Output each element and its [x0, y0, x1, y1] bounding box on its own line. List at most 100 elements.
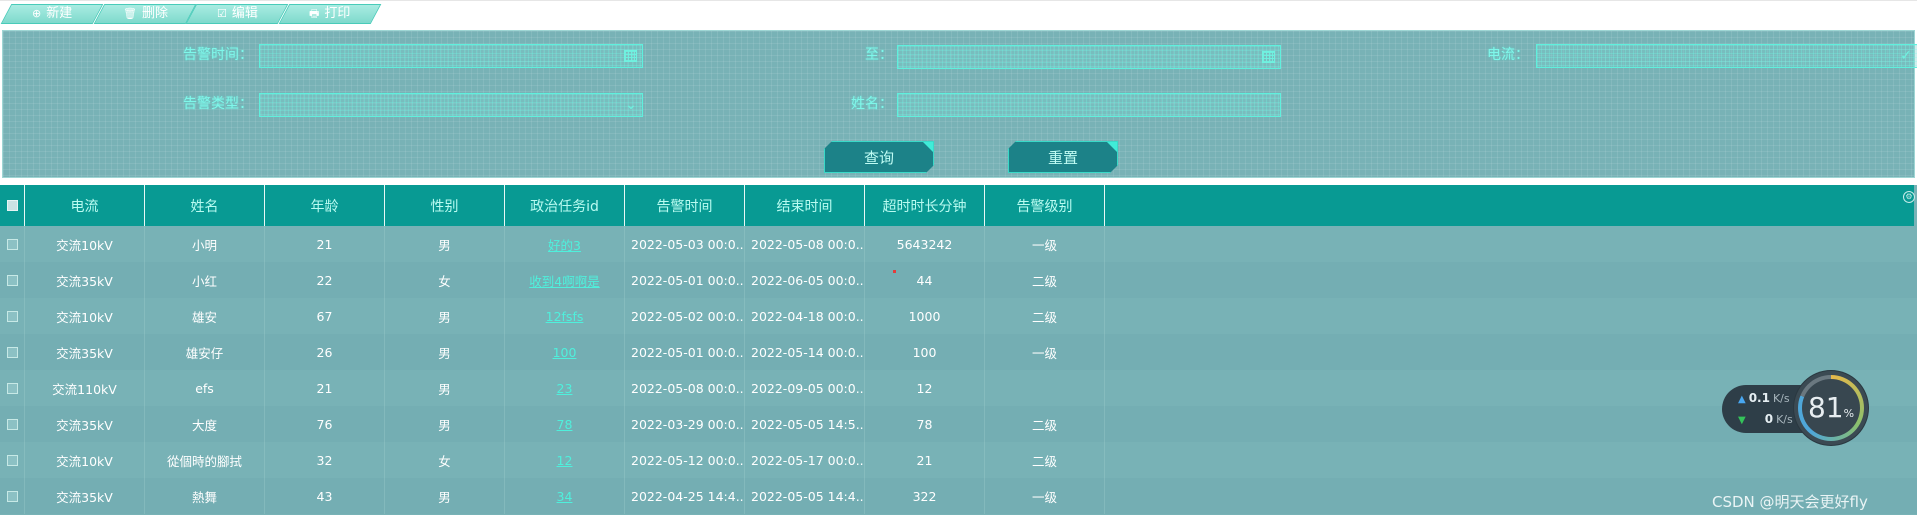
table-cell: 21: [865, 442, 985, 478]
print-button[interactable]: 🖶 打印: [278, 4, 382, 24]
table-row[interactable]: 交流35kV 熱舞 43 男 34 2022-04-25 14:4... 202…: [0, 478, 1917, 514]
name-label: 姓名：: [851, 96, 893, 112]
chevron-down-icon[interactable]: ✓: [1898, 48, 1914, 64]
new-button[interactable]: ⊕ 新建: [0, 4, 104, 24]
query-button[interactable]: 查询: [824, 141, 934, 173]
name-input[interactable]: [897, 93, 1281, 117]
table-row[interactable]: 交流35kV 小红 22 女 收到4啊啊是 2022-05-01 00:0...…: [0, 262, 1917, 298]
row-checkbox-cell[interactable]: [0, 478, 25, 514]
calendar-icon[interactable]: [624, 50, 637, 62]
memory-usage-gauge[interactable]: 81%: [1794, 371, 1868, 445]
download-speed-unit: K/s: [1776, 413, 1793, 426]
row-checkbox-cell[interactable]: [0, 370, 25, 406]
column-header-filler: [1105, 185, 1914, 226]
column-header[interactable]: 政治任务id: [505, 185, 625, 226]
table-row[interactable]: 交流10kV 小明 21 男 好的3 2022-05-03 00:0... 20…: [0, 226, 1917, 262]
upload-speed-unit: K/s: [1772, 392, 1790, 405]
row-filler: [1105, 226, 1917, 262]
row-checkbox[interactable]: [6, 346, 18, 358]
row-checkbox-cell[interactable]: [0, 334, 25, 370]
table-cell: 44: [865, 262, 985, 298]
table-cell: 交流10kV: [25, 442, 145, 478]
alarm-time-start-input[interactable]: [259, 44, 643, 68]
gauge-number: 81: [1807, 391, 1844, 424]
red-dot-marker: [893, 270, 896, 273]
column-header[interactable]: 结束时间: [745, 185, 865, 226]
row-checkbox[interactable]: [6, 274, 18, 286]
task-id-link[interactable]: 收到4啊啊是: [505, 262, 625, 298]
row-checkbox[interactable]: [6, 382, 18, 394]
table-cell: 交流35kV: [25, 406, 145, 442]
query-button-label: 查询: [863, 148, 894, 167]
column-header[interactable]: 性别: [385, 185, 505, 226]
table-row[interactable]: 交流35kV 雄安仔 26 男 100 2022-05-01 00:0... 2…: [0, 334, 1917, 370]
chevron-down-icon[interactable]: ⌄: [623, 97, 639, 113]
row-checkbox[interactable]: [6, 238, 18, 250]
column-header[interactable]: 超时时长分钟: [865, 185, 985, 226]
download-speed: ▼ 0 K/s: [1738, 412, 1793, 426]
printer-icon: 🖶: [309, 7, 320, 20]
task-id-link[interactable]: 12: [505, 442, 625, 478]
column-header[interactable]: 姓名: [145, 185, 265, 226]
table-cell: 2022-04-18 00:0...: [745, 298, 865, 334]
table-cell: 76: [265, 406, 385, 442]
table-cell: 2022-05-01 00:0...: [625, 262, 745, 298]
table-cell: 大度: [145, 406, 265, 442]
upload-speed: ▲ 0.1 K/s: [1738, 391, 1790, 405]
table-row[interactable]: 交流35kV 大度 76 男 78 2022-03-29 00:0... 202…: [0, 406, 1917, 442]
calendar-icon[interactable]: [1262, 51, 1275, 63]
column-header[interactable]: 电流: [25, 185, 145, 226]
upload-arrow-icon: ▲: [1738, 394, 1746, 405]
column-header[interactable]: 年龄: [265, 185, 385, 226]
row-checkbox[interactable]: [6, 418, 18, 430]
reset-button-label: 重置: [1047, 148, 1078, 167]
task-id-link[interactable]: 100: [505, 334, 625, 370]
row-checkbox-cell[interactable]: [0, 406, 25, 442]
table-cell: 32: [265, 442, 385, 478]
table-row[interactable]: 交流10kV 雄安 67 男 12fsfs 2022-05-02 00:0...…: [0, 298, 1917, 334]
table-cell: 男: [385, 370, 505, 406]
table-cell: 雄安仔: [145, 334, 265, 370]
table-row[interactable]: 交流10kV 從個時的腳拭 32 女 12 2022-05-12 00:0...…: [0, 442, 1917, 478]
table-cell: efs: [145, 370, 265, 406]
column-header[interactable]: 告警时间: [625, 185, 745, 226]
table-cell: 2022-06-05 00:0...: [745, 262, 865, 298]
table-cell: 43: [265, 478, 385, 514]
row-checkbox-cell[interactable]: [0, 226, 25, 262]
table-cell: 二级: [985, 262, 1105, 298]
table-row[interactable]: 交流110kV efs 21 男 23 2022-05-08 00:0... 2…: [0, 370, 1917, 406]
settings-icon[interactable]: ⚙: [1903, 191, 1915, 203]
task-id-link[interactable]: 好的3: [505, 226, 625, 262]
task-id-link[interactable]: 12fsfs: [505, 298, 625, 334]
alarm-time-end-input[interactable]: [897, 45, 1281, 69]
table-cell: 交流35kV: [25, 262, 145, 298]
reset-button[interactable]: 重置: [1008, 141, 1118, 173]
table-cell: 男: [385, 226, 505, 262]
table-cell: 交流10kV: [25, 226, 145, 262]
table-cell: 男: [385, 406, 505, 442]
task-id-link[interactable]: 34: [505, 478, 625, 514]
row-checkbox[interactable]: [6, 310, 18, 322]
table-cell: 2022-05-08 00:0...: [745, 226, 865, 262]
table-cell: 2022-05-08 00:0...: [625, 370, 745, 406]
table-cell: 21: [265, 226, 385, 262]
edit-button[interactable]: ☑ 编辑: [185, 4, 289, 24]
task-id-link[interactable]: 23: [505, 370, 625, 406]
column-header[interactable]: 告警级别: [985, 185, 1105, 226]
table-cell: 322: [865, 478, 985, 514]
current-select[interactable]: [1536, 44, 1917, 68]
row-filler: [1105, 298, 1917, 334]
table-cell: 交流35kV: [25, 478, 145, 514]
table-cell: 2022-05-01 00:0...: [625, 334, 745, 370]
row-checkbox-cell[interactable]: [0, 442, 25, 478]
select-all-checkbox[interactable]: [6, 200, 18, 211]
row-checkbox[interactable]: [6, 490, 18, 502]
row-checkbox-cell[interactable]: [0, 298, 25, 334]
select-all-cell[interactable]: [0, 185, 25, 226]
table-cell: 1000: [865, 298, 985, 334]
row-checkbox-cell[interactable]: [0, 262, 25, 298]
row-checkbox[interactable]: [6, 454, 18, 466]
task-id-link[interactable]: 78: [505, 406, 625, 442]
delete-button[interactable]: 🗑 删除: [93, 4, 197, 24]
alarm-type-select[interactable]: [259, 93, 643, 117]
